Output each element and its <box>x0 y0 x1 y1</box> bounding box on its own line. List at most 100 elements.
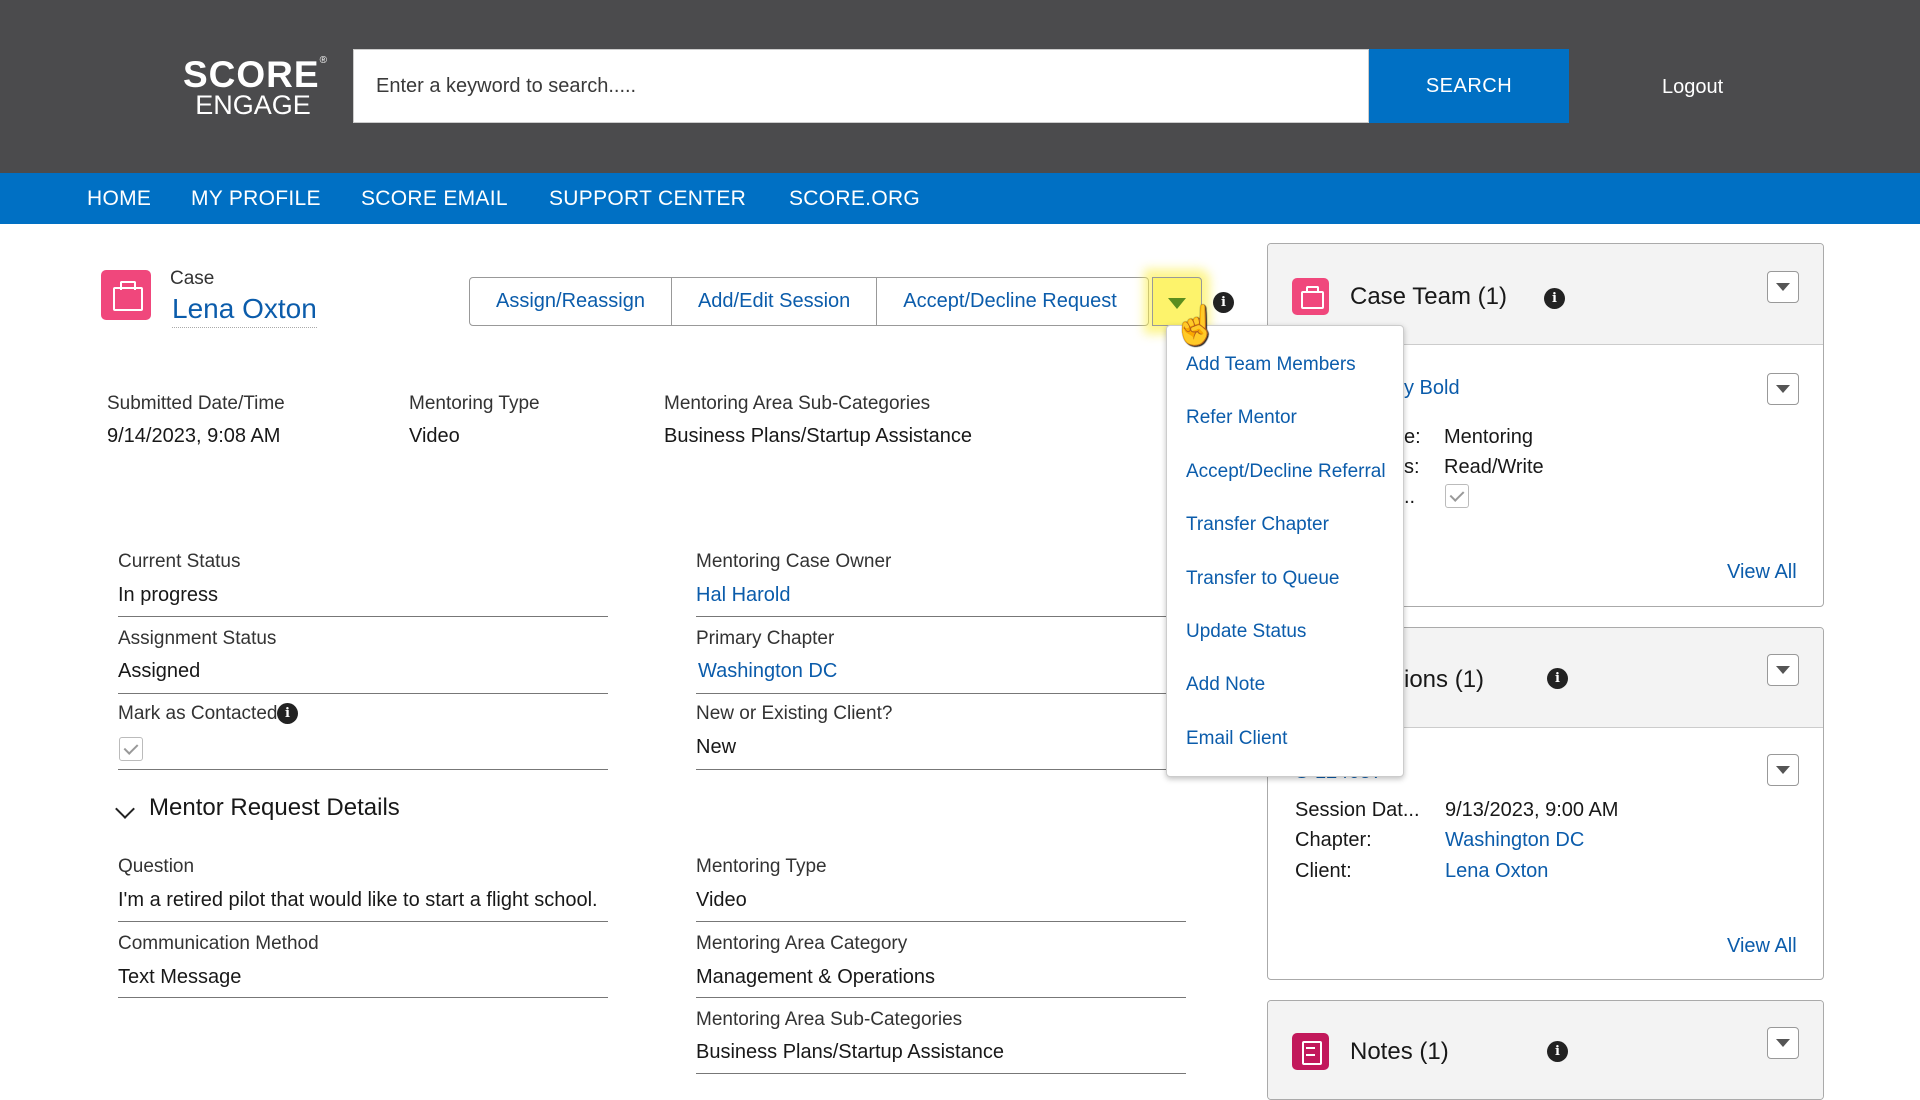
question-value: I'm a retired pilot that would like to s… <box>118 889 598 911</box>
registered-mark-icon: ® <box>319 55 328 66</box>
menu-item-update-status[interactable]: Update Status <box>1186 621 1306 643</box>
accept-decline-request-button[interactable]: Accept/Decline Request <box>877 278 1148 325</box>
mentoring-type-value: Video <box>409 425 460 447</box>
field-divider <box>696 769 1166 770</box>
field-divider <box>118 769 608 770</box>
nav-home[interactable]: HOME <box>87 187 151 211</box>
menu-item-add-team-members[interactable]: Add Team Members <box>1186 354 1356 376</box>
menu-item-add-note[interactable]: Add Note <box>1186 674 1265 696</box>
session-chapter-link[interactable]: Washington DC <box>1445 829 1584 852</box>
record-dropdown-button[interactable] <box>1767 754 1799 786</box>
hand-cursor-icon: ☝ <box>1172 305 1220 347</box>
request-sub-categories-label: Mentoring Area Sub-Categories <box>696 1009 963 1030</box>
session-date-value: 9/13/2023, 9:00 AM <box>1445 799 1619 821</box>
communication-method-label: Communication Method <box>118 933 319 954</box>
nav-score-org[interactable]: SCORE.ORG <box>789 187 920 211</box>
team-access-value: Read/Write <box>1444 456 1544 478</box>
menu-item-accept-decline-referral[interactable]: Accept/Decline Referral <box>1186 461 1386 483</box>
question-label: Question <box>118 856 195 877</box>
logo-line1: SCORE <box>183 54 320 95</box>
sub-categories-value: Business Plans/Startup Assistance <box>664 425 972 447</box>
submitted-datetime-value: 9/14/2023, 9:08 AM <box>107 425 281 447</box>
score-engage-logo[interactable]: SCORE® ENGAGE <box>183 54 327 120</box>
session-chapter-label: Chapter: <box>1295 829 1372 851</box>
field-divider <box>696 997 1186 998</box>
session-date-label: Session Dat... <box>1295 799 1420 821</box>
sessions-title[interactable]: ions (1) <box>1404 666 1484 694</box>
field-divider <box>118 616 608 617</box>
current-status-value: In progress <box>118 584 219 606</box>
mentoring-type-label: Mentoring Type <box>409 393 540 414</box>
info-icon[interactable]: i <box>1544 288 1565 309</box>
section-title[interactable]: Mentor Request Details <box>149 794 400 822</box>
case-owner-link[interactable]: Hal Harold <box>696 584 790 607</box>
field-divider <box>696 1073 1186 1074</box>
field-divider <box>118 693 608 694</box>
top-header: SCORE® ENGAGE SEARCH Logout <box>0 0 1920 173</box>
field-divider <box>118 921 608 922</box>
notes-title[interactable]: Notes (1) <box>1350 1038 1449 1066</box>
card-dropdown-button[interactable] <box>1767 1027 1799 1059</box>
menu-item-transfer-chapter[interactable]: Transfer Chapter <box>1186 514 1329 536</box>
field-divider <box>696 616 1166 617</box>
logo-line2: ENGAGE <box>195 90 311 120</box>
logout-link[interactable]: Logout <box>1662 76 1723 99</box>
sub-categories-label: Mentoring Area Sub-Categories <box>664 393 931 414</box>
case-icon <box>101 270 151 320</box>
more-actions-menu: Add Team Members Refer Mentor Accept/Dec… <box>1166 325 1404 777</box>
card-header: Notes (1) i <box>1268 1001 1823 1099</box>
submitted-datetime-label: Submitted Date/Time <box>107 393 285 414</box>
notes-icon <box>1292 1033 1329 1070</box>
mark-contacted-label: Mark as Contacted <box>118 703 278 724</box>
card-dropdown-button[interactable] <box>1767 654 1799 686</box>
field-divider <box>696 693 1166 694</box>
nav-support-center[interactable]: SUPPORT CENTER <box>549 187 746 211</box>
area-category-value: Management & Operations <box>696 966 936 988</box>
sessions-view-all-link[interactable]: View All <box>1727 935 1797 958</box>
search-button[interactable]: SEARCH <box>1369 49 1569 123</box>
nav-score-email[interactable]: SCORE EMAIL <box>361 187 508 211</box>
communication-method-value: Text Message <box>118 966 242 988</box>
mark-contacted-checkbox <box>119 737 143 761</box>
team-member-link[interactable]: y Bold <box>1404 377 1460 400</box>
case-owner-label: Mentoring Case Owner <box>696 551 892 572</box>
assignment-status-label: Assignment Status <box>118 628 277 649</box>
action-button-group: Assign/Reassign Add/Edit Session Accept/… <box>469 277 1150 326</box>
team-row3-label: .. <box>1404 486 1416 508</box>
info-icon[interactable]: i <box>277 703 298 724</box>
menu-item-transfer-to-queue[interactable]: Transfer to Queue <box>1186 568 1339 590</box>
team-row1-label: e: <box>1404 426 1421 448</box>
area-category-label: Mentoring Area Category <box>696 933 908 954</box>
primary-chapter-label: Primary Chapter <box>696 628 835 649</box>
request-mentoring-type-label: Mentoring Type <box>696 856 827 877</box>
primary-chapter-link[interactable]: Washington DC <box>698 660 837 683</box>
team-checkbox <box>1445 484 1469 508</box>
case-team-view-all-link[interactable]: View All <box>1727 561 1797 584</box>
client-type-label: New or Existing Client? <box>696 703 893 724</box>
menu-item-email-client[interactable]: Email Client <box>1186 728 1287 750</box>
field-divider <box>118 997 608 998</box>
section-collapse-chevron-icon[interactable] <box>115 799 135 819</box>
session-client-link[interactable]: Lena Oxton <box>1445 860 1548 883</box>
nav-my-profile[interactable]: MY PROFILE <box>191 187 321 211</box>
case-team-icon <box>1292 278 1329 315</box>
request-sub-categories-value: Business Plans/Startup Assistance <box>696 1041 1004 1063</box>
record-type-label: Case <box>170 268 215 289</box>
request-mentoring-type-value: Video <box>696 889 747 911</box>
team-role-value: Mentoring <box>1444 426 1533 448</box>
case-team-title[interactable]: Case Team (1) <box>1350 283 1507 311</box>
session-client-label: Client: <box>1295 860 1352 882</box>
team-row2-label: s: <box>1404 456 1420 478</box>
info-icon[interactable]: i <box>1547 1041 1568 1062</box>
record-name: Lena Oxton <box>172 293 317 328</box>
search-input[interactable] <box>353 49 1369 123</box>
client-type-value: New <box>696 736 737 758</box>
add-edit-session-button[interactable]: Add/Edit Session <box>672 278 878 325</box>
card-dropdown-button[interactable] <box>1767 271 1799 303</box>
current-status-label: Current Status <box>118 551 241 572</box>
info-icon[interactable]: i <box>1547 668 1568 689</box>
assign-reassign-button[interactable]: Assign/Reassign <box>470 278 672 325</box>
assignment-status-value: Assigned <box>118 660 201 682</box>
record-dropdown-button[interactable] <box>1767 373 1799 405</box>
menu-item-refer-mentor[interactable]: Refer Mentor <box>1186 407 1297 429</box>
